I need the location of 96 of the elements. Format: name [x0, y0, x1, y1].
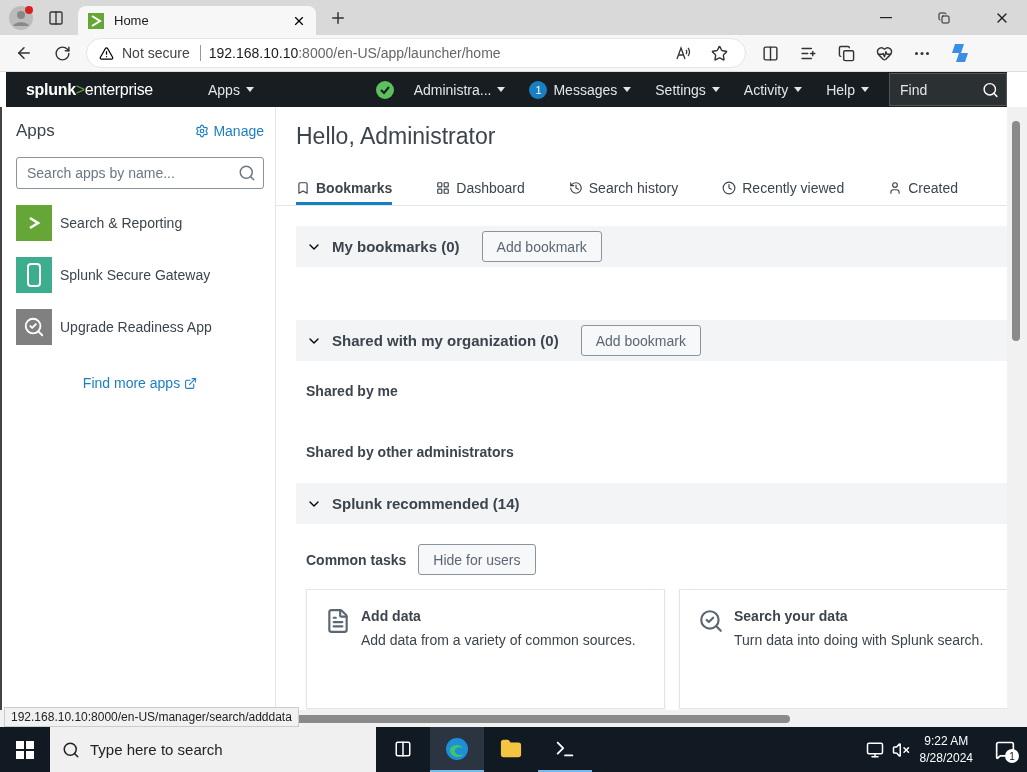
- bookmark-icon: [296, 181, 310, 195]
- sidebar-title: Apps: [16, 121, 55, 141]
- card-description: Add data from a variety of common sources.: [361, 632, 636, 648]
- panel-icon: [48, 9, 64, 26]
- warning-icon: [99, 45, 114, 61]
- count-badge: 1: [1005, 749, 1019, 763]
- add-bookmark-button[interactable]: Add bookmark: [481, 231, 602, 262]
- tab-title: Home: [114, 13, 150, 28]
- split-screen-icon: [761, 44, 779, 62]
- section-header[interactable]: My bookmarks (0) Add bookmark: [296, 226, 1007, 267]
- restore-icon: [938, 11, 950, 24]
- card-description: Turn data into doing with Splunk search.: [734, 632, 984, 648]
- menu-button[interactable]: Administra...: [401, 81, 518, 98]
- find-more-link[interactable]: Find more apps: [82, 375, 198, 391]
- section-title: Splunk recommended (14): [332, 495, 520, 512]
- section-title: My bookmarks (0): [332, 238, 460, 255]
- menu-button[interactable]: Help: [814, 81, 881, 98]
- chevron-icon: [27, 216, 41, 230]
- person-icon: [888, 181, 903, 195]
- tab[interactable]: Created: [888, 180, 958, 205]
- more-icon: [915, 51, 929, 55]
- section-title: Shared with my organization (0): [332, 332, 559, 349]
- grid-icon: [436, 181, 451, 195]
- browser-taskbar-button[interactable]: [430, 727, 484, 772]
- document-icon: [325, 608, 351, 634]
- manage-link[interactable]: Manage: [195, 123, 264, 139]
- app-item[interactable]: Splunk Secure Gateway: [16, 257, 264, 293]
- search-icon: [62, 740, 80, 759]
- subsection-title: Shared by me: [306, 382, 399, 401]
- assistant-icon: [949, 42, 971, 64]
- phone-icon: [16, 257, 52, 293]
- magnifier-icon: [698, 608, 724, 634]
- vertical-scrollbar[interactable]: [1007, 107, 1027, 710]
- tasks-label: Common tasks: [306, 551, 407, 568]
- clock-icon: [722, 181, 737, 195]
- menu-button[interactable]: 1 Messages: [517, 80, 644, 99]
- product-logo: splunk>enterprise: [26, 80, 154, 99]
- task-card[interactable]: Add data Add data from a variety of common sources.: [306, 589, 665, 709]
- caret-icon: [245, 87, 254, 92]
- subsection-title: Shared by other administrators: [306, 443, 515, 462]
- minimize-icon: [880, 16, 892, 19]
- collections-icon: [837, 44, 855, 62]
- address-bar[interactable]: Not secure 192.168.10.10:8000/en-US/app/launcher/home: [86, 38, 746, 68]
- task-view-icon: [394, 739, 412, 758]
- tab[interactable]: Dashboard: [436, 180, 525, 205]
- history-icon: [568, 181, 583, 195]
- heart-pulse-icon: [875, 44, 893, 62]
- status-ok-icon: [375, 80, 394, 99]
- section-header[interactable]: Splunk recommended (14): [296, 483, 1007, 524]
- search-field[interactable]: Search apps by name...: [16, 157, 264, 189]
- browser-icon: [445, 736, 469, 761]
- caret-icon: [497, 87, 506, 92]
- refresh-icon: [53, 44, 71, 62]
- add-bookmark-button[interactable]: Add bookmark: [580, 325, 701, 356]
- app-item[interactable]: Upgrade Readiness App: [16, 309, 264, 345]
- taskbar-search[interactable]: Type here to search: [50, 727, 376, 772]
- tab[interactable]: Search history: [568, 180, 679, 205]
- clock[interactable]: 9:22 AM 8/28/2024: [909, 732, 983, 767]
- url-text: 192.168.10.10:8000/en-US/app/launcher/home: [208, 45, 502, 61]
- folder-icon: [500, 737, 522, 760]
- menu-button[interactable]: Activity: [731, 81, 815, 98]
- favicon-icon: [88, 12, 104, 29]
- caret-icon: [711, 87, 720, 92]
- back-icon: [15, 44, 33, 62]
- menu-button[interactable]: Apps: [196, 81, 266, 98]
- gear-icon: [195, 124, 210, 138]
- notifications-button[interactable]: 1: [983, 727, 1027, 772]
- find-field[interactable]: Find: [889, 73, 1007, 106]
- greeting: Hello, Administrator: [296, 123, 497, 150]
- profile-icon[interactable]: [8, 4, 34, 31]
- horizontal-scrollbar[interactable]: 192.168.10.10:8000/en-US/manager/search/adddata: [0, 710, 1027, 727]
- tab[interactable]: Recently viewed: [722, 180, 845, 205]
- count-badge: 1: [529, 80, 548, 99]
- message-icon: [995, 739, 1015, 760]
- menu-button[interactable]: Settings: [643, 81, 732, 98]
- read-aloud-icon: [675, 45, 691, 61]
- windows-icon: [16, 740, 34, 759]
- external-link-icon: [184, 376, 198, 390]
- caret-icon: [861, 87, 869, 92]
- card-title: Add data: [361, 608, 422, 624]
- security-label: Not secure: [122, 45, 201, 61]
- search-icon: [238, 164, 256, 182]
- star-icon: [710, 44, 728, 62]
- hide-button[interactable]: Hide for users: [418, 544, 536, 575]
- caret-icon: [794, 87, 803, 92]
- muted-speaker-icon[interactable]: [891, 740, 910, 759]
- card-title: Search your data: [734, 608, 849, 624]
- magnifier-icon: [16, 309, 52, 345]
- network-icon[interactable]: [865, 740, 884, 759]
- app-item[interactable]: Search & Reporting: [16, 205, 264, 241]
- caret-icon: [623, 87, 632, 92]
- status-url: 192.168.10.10:8000/en-US/manager/search/adddata: [4, 707, 299, 727]
- section-header[interactable]: Shared with my organization (0) Add bookmark: [296, 320, 1007, 361]
- search-icon: [982, 81, 999, 98]
- tab[interactable]: Bookmarks: [296, 180, 393, 205]
- browser-tab[interactable]: Home: [78, 6, 316, 35]
